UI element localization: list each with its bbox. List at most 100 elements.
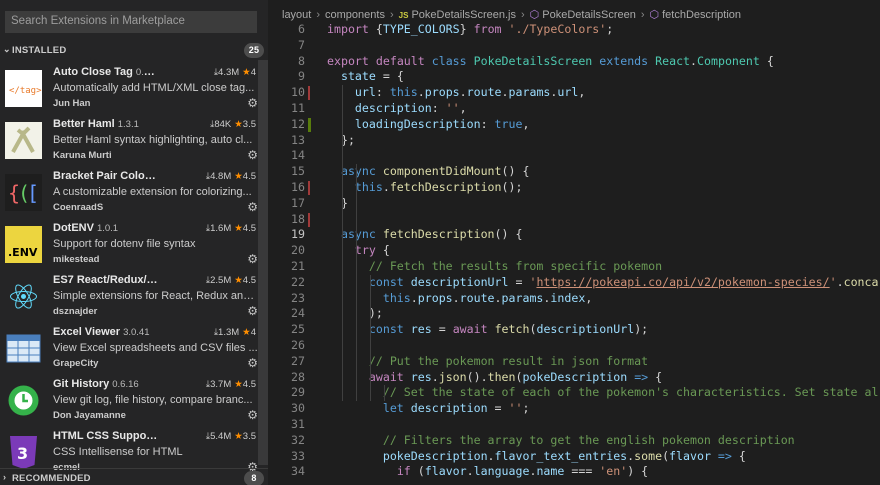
code-text[interactable]: url: this.props.route.params.url, <box>327 85 585 101</box>
code-line[interactable]: 25 const res = await fetch(descriptionUr… <box>268 322 880 338</box>
breadcrumb-folder-layout[interactable]: layout <box>282 9 311 21</box>
extension-description: Better Haml syntax highlighting, auto cl… <box>53 134 253 146</box>
gear-icon[interactable]: ⚙ <box>247 96 258 110</box>
extension-description: Simple extensions for React, Redux and..… <box>53 290 258 302</box>
code-text[interactable]: // Put the pokemon result in json format <box>327 354 648 370</box>
extension-publisher: Jun Han <box>53 98 91 109</box>
css3-icon: 3 <box>5 434 42 471</box>
code-text[interactable]: if (flavor.language.name === 'en') { <box>327 464 648 480</box>
installed-section-header[interactable]: ⌄ INSTALLED 25 <box>0 41 268 61</box>
extension-item[interactable]: </tag> Auto Close Tag0.5.10 ⤓4.3M★4 Automat… <box>0 61 268 113</box>
code-text[interactable]: } <box>327 196 348 212</box>
breadcrumb-class[interactable]: PokeDetailsScreen <box>542 9 636 21</box>
code-text[interactable]: let description = ''; <box>327 401 530 417</box>
code-text[interactable]: // Filters the array to get the english … <box>327 433 795 449</box>
code-text[interactable]: const descriptionUrl = 'https://pokeapi.… <box>327 275 879 291</box>
extension-name: Better Haml 1.3.1 <box>53 118 139 130</box>
code-line[interactable]: 29 // Set the state of each of the pokem… <box>268 385 880 401</box>
code-text[interactable]: // Fetch the results from specific pokem… <box>327 259 662 275</box>
code-line[interactable]: 10 url: this.props.route.params.url, <box>268 85 880 101</box>
code-line[interactable]: 24 ); <box>268 306 880 322</box>
breadcrumb-method[interactable]: fetchDescription <box>662 9 741 21</box>
line-number: 32 <box>291 432 305 447</box>
extension-name: ES7 React/Redux/G...3.1.1 <box>53 274 158 286</box>
recommended-label: RECOMMENDED <box>12 473 91 484</box>
extension-item[interactable]: Excel Viewer 3.0.41 ⤓1.3M ★4 View Excel spre… <box>0 321 268 373</box>
extension-item[interactable]: {([Bracket Pair Color...1.0.61 ⤓4.8M★4.5 A… <box>0 165 268 217</box>
code-editor[interactable]: layout › components › JS PokeDetailsScreen.js… <box>268 0 880 485</box>
recommended-section-header[interactable]: › RECOMMENDED 8 <box>0 468 268 485</box>
code-text[interactable]: }; <box>327 133 355 149</box>
code-text[interactable]: try { <box>327 243 390 259</box>
svg-text:.ENV: .ENV <box>8 246 38 259</box>
code-text[interactable]: export default class PokeDetailsScreen e… <box>327 54 774 70</box>
gear-icon[interactable]: ⚙ <box>247 252 258 266</box>
code-line[interactable]: 34 if (flavor.language.name === 'en') { <box>268 464 880 480</box>
gear-icon[interactable]: ⚙ <box>247 356 258 370</box>
breadcrumb-file[interactable]: PokeDetailsScreen.js <box>411 9 516 21</box>
code-line[interactable]: 6 import {TYPE_COLORS} from './TypeColors… <box>268 22 880 38</box>
code-line[interactable]: 22 const descriptionUrl = 'https://pokea… <box>268 275 880 291</box>
line-number: 11 <box>291 101 305 115</box>
code-line[interactable]: 8 export default class PokeDetailsScreen … <box>268 54 880 70</box>
code-line[interactable]: 23 this.props.route.params.index, <box>268 291 880 307</box>
code-line[interactable]: 27 // Put the pokemon result in json for… <box>268 354 880 370</box>
search-extensions-input[interactable]: Search Extensions in Marketplace <box>5 11 257 33</box>
line-number: 10 <box>291 85 305 100</box>
code-line[interactable]: 16 this.fetchDescription(); <box>268 180 880 196</box>
gear-icon[interactable]: ⚙ <box>247 200 258 214</box>
chevron-right-icon: › <box>3 472 7 482</box>
code-line[interactable]: 20 try { <box>268 243 880 259</box>
extension-item[interactable]: Better Haml 1.3.1 ⤓84K ★3.5 Better Haml synt… <box>0 113 268 165</box>
code-text[interactable]: loadingDescription: true, <box>327 117 530 133</box>
breadcrumb-folder-components[interactable]: components <box>325 9 385 21</box>
code-line[interactable]: 7 <box>268 38 880 54</box>
star-icon: ★ <box>234 119 243 130</box>
extension-item[interactable]: Git History 0.6.16 ⤓3.7M ★4.5 View git log, … <box>0 373 268 425</box>
gear-icon[interactable]: ⚙ <box>247 408 258 422</box>
code-line[interactable]: 33 pokeDescription.flavor_text_entries.s… <box>268 449 880 465</box>
installed-label: INSTALLED <box>12 45 67 56</box>
extension-item[interactable]: .ENV DotENV 1.0.1 ⤓1.6M ★4.5 Support for dote… <box>0 217 268 269</box>
code-text[interactable]: // Set the state of each of the pokemon'… <box>327 385 879 401</box>
installed-count-badge: 25 <box>244 43 264 58</box>
line-number: 22 <box>291 274 305 289</box>
code-text[interactable]: import {TYPE_COLORS} from './TypeColors'… <box>327 22 613 38</box>
code-line[interactable]: 13 }; <box>268 133 880 149</box>
line-number: 27 <box>291 353 305 368</box>
code-text[interactable]: await res.json().then(pokeDescription =>… <box>327 370 662 386</box>
code-line[interactable]: 19 async fetchDescription() { <box>268 227 880 243</box>
code-line[interactable]: 31 <box>268 417 880 433</box>
line-number: 8 <box>298 53 305 68</box>
sidebar-scrollbar[interactable] <box>258 60 268 465</box>
code-line[interactable]: 28 await res.json().then(pokeDescription… <box>268 370 880 386</box>
gear-icon[interactable]: ⚙ <box>247 304 258 318</box>
code-text[interactable]: this.props.route.params.index, <box>327 291 592 307</box>
code-line[interactable]: 17 } <box>268 196 880 212</box>
code-line[interactable]: 18 <box>268 212 880 228</box>
code-line[interactable]: 9 state = { <box>268 69 880 85</box>
code-line[interactable]: 14 <box>268 148 880 164</box>
gear-icon[interactable]: ⚙ <box>247 148 258 162</box>
code-text[interactable]: state = { <box>327 69 404 85</box>
code-text[interactable]: description: '', <box>327 101 467 117</box>
extension-item[interactable]: ES7 React/Redux/G...3.1.1 ⤓2.5M★4.5 Simple… <box>0 269 268 321</box>
code-line[interactable]: 12 loadingDescription: true, <box>268 117 880 133</box>
code-line[interactable]: 30 let description = ''; <box>268 401 880 417</box>
code-text[interactable]: pokeDescription.flavor_text_entries.some… <box>327 449 746 465</box>
code-line[interactable]: 32 // Filters the array to get the engli… <box>268 433 880 449</box>
code-line[interactable]: 11 description: '', <box>268 101 880 117</box>
code-line[interactable]: 15 async componentDidMount() { <box>268 164 880 180</box>
extension-description: View git log, file history, compare bran… <box>53 394 253 406</box>
extension-stats: ⤓4.3M ★4 <box>214 67 256 78</box>
extension-description: Support for dotenv file syntax <box>53 238 196 250</box>
bracket-pair-icon: {([ <box>5 174 42 211</box>
code-text[interactable]: ); <box>327 306 383 322</box>
extension-version: 3.0.41 <box>123 327 150 338</box>
code-line[interactable]: 26 <box>268 338 880 354</box>
extension-stats: ⤓1.6M ★4.5 <box>206 223 256 234</box>
excel-viewer-icon <box>5 330 42 367</box>
code-text[interactable]: const res = await fetch(descriptionUrl); <box>327 322 648 338</box>
code-line[interactable]: 21 // Fetch the results from specific po… <box>268 259 880 275</box>
code-text[interactable]: async componentDidMount() { <box>327 164 529 180</box>
